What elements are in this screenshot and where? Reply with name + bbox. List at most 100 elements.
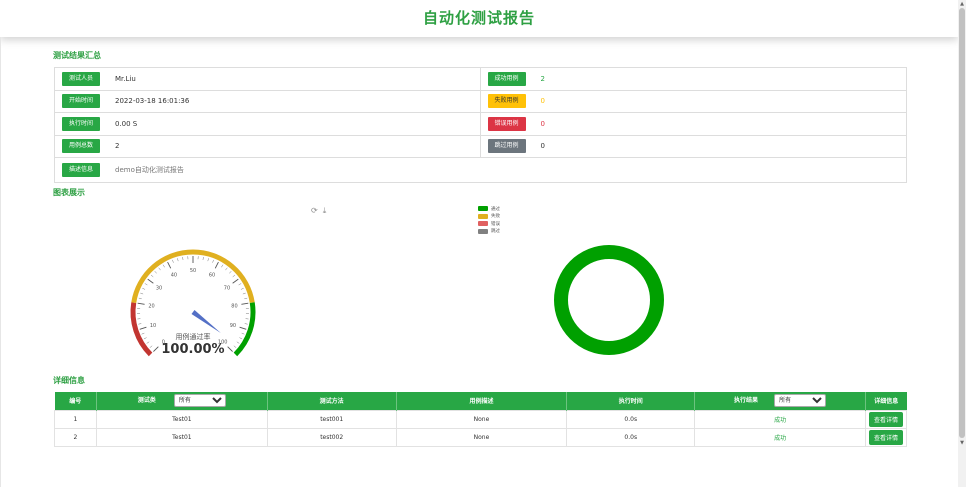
summary-section-title: 测试结果汇总 bbox=[53, 51, 101, 60]
col-result: 执行结果 所有 bbox=[694, 392, 866, 410]
gauge-tick bbox=[167, 261, 172, 269]
cell-result: 成功 bbox=[694, 409, 866, 429]
gauge-tick bbox=[214, 261, 219, 269]
legend-item-fail[interactable]: 失败 bbox=[478, 213, 500, 221]
gauge-tick bbox=[138, 297, 142, 300]
skip-count-value: 0 bbox=[540, 142, 545, 151]
cell-desc: None bbox=[395, 427, 568, 447]
gauge-tick bbox=[172, 259, 174, 263]
restore-icon[interactable]: ⟳ bbox=[311, 206, 318, 215]
scroll-thumb[interactable] bbox=[959, 8, 965, 438]
legend-item-pass[interactable]: 通过 bbox=[478, 205, 500, 213]
summary-table: 测试人员 Mr.Liu 成功用例 2 开始时间 2022-03-18 16:01:36… bbox=[54, 67, 907, 183]
cell-action: 查看详情 bbox=[864, 409, 908, 429]
duration-label: 执行时间 bbox=[62, 116, 100, 131]
gauge-tick bbox=[244, 323, 248, 325]
col-class: 测试类 所有 bbox=[96, 392, 268, 410]
gauge-tick bbox=[177, 258, 179, 262]
gauge-tick-label: 20 bbox=[148, 303, 154, 309]
legend-item-error[interactable]: 错误 bbox=[478, 220, 500, 228]
view-details-button[interactable]: 查看详情 bbox=[868, 429, 903, 445]
chart-toolbox: ⟳ ⤓ bbox=[311, 206, 331, 216]
gauge-tick bbox=[240, 287, 244, 290]
gauge-tick bbox=[137, 302, 145, 305]
pass-count-value: 2 bbox=[540, 74, 545, 83]
view-details-button[interactable]: 查看详情 bbox=[868, 411, 903, 427]
vertical-scrollbar[interactable]: ▲ ▼ bbox=[958, 0, 966, 487]
table-row: 1 Test01 test001 None 0.0s 成功 查看详情 bbox=[54, 409, 908, 429]
gauge-tick-label: 90 bbox=[230, 323, 236, 329]
donut-slice-pass[interactable] bbox=[554, 245, 664, 355]
col-no: 编号 bbox=[54, 392, 97, 410]
gauge-tick-label: 10 bbox=[150, 323, 156, 329]
gauge-tick-label: 70 bbox=[224, 285, 230, 291]
gauge-tick bbox=[212, 259, 214, 263]
gauge-tick bbox=[242, 292, 246, 295]
gauge-tick bbox=[141, 332, 145, 335]
gauge-tick bbox=[139, 326, 147, 330]
col-time: 执行时间 bbox=[566, 392, 696, 410]
error-count-value: 0 bbox=[540, 119, 545, 128]
summary-row: 开始时间 2022-03-18 16:01:36 失败用例 0 bbox=[55, 90, 906, 113]
cell-no: 2 bbox=[54, 427, 97, 447]
gauge-tick bbox=[146, 341, 150, 344]
gauge-tick bbox=[207, 258, 209, 262]
skip-count-label: 跳过用例 bbox=[487, 139, 526, 154]
gauge-tick-label: 40 bbox=[171, 273, 177, 279]
scroll-down-icon[interactable]: ▼ bbox=[958, 439, 966, 447]
gauge-tick bbox=[225, 267, 228, 271]
legend-item-skip[interactable]: 跳过 bbox=[478, 228, 500, 236]
cell-method: test001 bbox=[266, 409, 397, 429]
report-header: 自动化测试报告 bbox=[0, 0, 958, 37]
chart-legend: 通过 失败 错误 跳过 bbox=[478, 205, 500, 235]
summary-row: 用例总数 2 跳过用例 0 bbox=[55, 135, 906, 158]
gauge-tick bbox=[144, 283, 148, 286]
gauge-tick bbox=[138, 323, 142, 325]
summary-row: 描述信息 demo自动化测试报告 bbox=[55, 158, 906, 182]
gauge-tick bbox=[241, 302, 249, 305]
gauge-tick bbox=[244, 297, 248, 300]
cell-action: 查看详情 bbox=[864, 427, 908, 447]
gauge-tick bbox=[182, 256, 184, 260]
gauge-tick bbox=[238, 283, 242, 286]
gauge-tick bbox=[202, 256, 204, 260]
cell-desc: None bbox=[395, 409, 568, 429]
start-time-label: 开始时间 bbox=[62, 94, 100, 109]
gauge-tick bbox=[221, 264, 224, 268]
details-section-title: 详细信息 bbox=[53, 376, 85, 385]
cell-time: 0.0s bbox=[566, 409, 696, 429]
result-filter-select[interactable]: 所有 bbox=[774, 394, 827, 408]
gauge-pointer bbox=[191, 310, 221, 334]
description-value: demo自动化测试报告 bbox=[115, 166, 184, 174]
total-count-value: 2 bbox=[115, 142, 120, 151]
class-filter-select[interactable]: 所有 bbox=[173, 394, 226, 408]
gauge-tick bbox=[233, 345, 237, 348]
gauge-tick-label: 80 bbox=[231, 303, 237, 309]
gauge-tick bbox=[158, 267, 161, 271]
cell-result: 成功 bbox=[694, 427, 866, 447]
error-count-label: 错误用例 bbox=[487, 116, 526, 131]
gauge-tick bbox=[227, 346, 233, 352]
gauge-tick-label: 30 bbox=[156, 285, 162, 291]
gauge-tick bbox=[229, 271, 232, 274]
gauge-tick bbox=[154, 271, 157, 274]
gauge-tick bbox=[239, 337, 243, 340]
fail-count-value: 0 bbox=[540, 97, 545, 106]
scroll-up-icon[interactable]: ▲ bbox=[958, 0, 966, 8]
gauge-tick bbox=[232, 274, 236, 278]
pass-rate-gauge: 0102030405060708090100 用例通过率 100.00% bbox=[130, 249, 256, 357]
gauge-tick bbox=[143, 337, 147, 340]
details-table: 编号 测试类 所有 测试方法 用例描述 执行时间 执行结果 所有 详细信息 1 … bbox=[54, 392, 908, 447]
download-icon[interactable]: ⤓ bbox=[323, 206, 327, 215]
total-count-label: 用例总数 bbox=[62, 139, 100, 154]
pass-count-label: 成功用例 bbox=[487, 71, 526, 86]
result-donut-chart bbox=[554, 245, 664, 355]
page-title: 自动化测试报告 bbox=[422, 9, 535, 27]
gauge-tick bbox=[140, 292, 144, 295]
description-label: 描述信息 bbox=[62, 163, 100, 177]
duration-value: 0.00 S bbox=[115, 119, 138, 128]
gauge-tick bbox=[232, 278, 239, 284]
gauge-tick bbox=[150, 274, 154, 278]
table-row: 2 Test01 test002 None 0.0s 成功 查看详情 bbox=[54, 427, 908, 447]
cell-time: 0.0s bbox=[566, 427, 696, 447]
